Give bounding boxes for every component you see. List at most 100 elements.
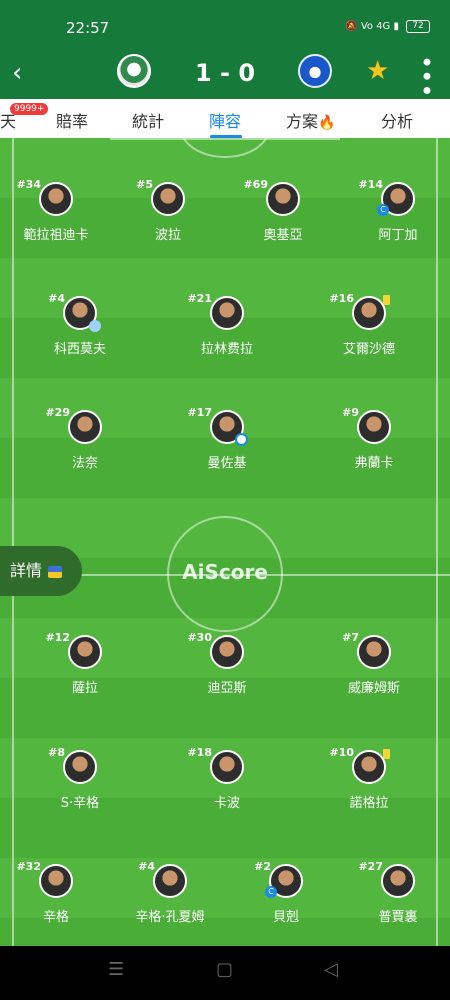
player-number: #8 (48, 746, 65, 759)
player-card[interactable]: #4 科西莫夫 (30, 292, 130, 357)
player-card[interactable]: #17 曼佐基 (177, 406, 277, 471)
player-card[interactable]: #14 C 阿丁加 (348, 178, 448, 243)
player-avatar: #10 (329, 746, 390, 784)
touchline-left (12, 138, 14, 946)
tab-lineup[interactable]: 陣容 (209, 108, 241, 132)
player-number: #2 (254, 860, 271, 873)
player-card[interactable]: #4 辛格·孔夏姆 (120, 860, 220, 925)
player-avatar: #14 C (358, 178, 415, 216)
player-name: 辛格 (42, 910, 69, 925)
touchline-right (436, 138, 438, 946)
status-bar: 22:57 🔕 Vo 4G ▮ 72 (0, 0, 450, 50)
back-icon[interactable]: ‹ (12, 58, 36, 88)
favorite-star-icon[interactable]: ★ (366, 56, 389, 86)
player-number: #18 (187, 746, 212, 759)
flame-icon: 🔥 (318, 115, 336, 131)
player-name: 威廉姆斯 (347, 681, 400, 696)
player-card[interactable]: #18 卡波 (177, 746, 277, 811)
player-card[interactable]: #32 辛格 (6, 860, 106, 925)
notification-badge: 9999+ (10, 103, 49, 115)
player-avatar: #27 (358, 860, 415, 898)
details-label: 詳情 (10, 561, 43, 580)
player-avatar: #4 (48, 292, 101, 332)
player-avatar: #29 (45, 406, 102, 444)
home-team-logo[interactable] (117, 54, 151, 88)
player-avatar: #2 C (254, 860, 303, 898)
player-card[interactable]: #10 諾格拉 (319, 746, 419, 811)
player-card[interactable]: #69 奧基亞 (233, 178, 333, 243)
player-name: 貝剋 (272, 910, 299, 925)
player-number: #21 (187, 292, 212, 305)
player-card[interactable]: #34 範拉祖迪卡 (6, 178, 106, 243)
ukraine-flag-icon (48, 565, 63, 578)
player-card[interactable]: #9 弗蘭卡 (324, 406, 424, 471)
aiscore-watermark: AiScore (182, 560, 268, 584)
tab-odds[interactable]: 賠率 (56, 108, 88, 132)
match-score: 1 - 0 (194, 59, 256, 87)
player-number: #27 (358, 860, 383, 873)
tab-analysis[interactable]: 分析 (381, 108, 413, 132)
player-name: 範拉祖迪卡 (23, 228, 89, 243)
player-name: 普賈裏 (378, 910, 418, 925)
player-number: #9 (342, 406, 359, 419)
lineup-pitch: AiScore #34 範拉祖迪卡 #5 波拉 #69 奧基亞 #14 C 阿丁加… (0, 138, 450, 946)
player-name: 艾爾沙德 (342, 342, 395, 357)
player-avatar: #32 (16, 860, 73, 898)
player-avatar: #5 (136, 178, 185, 216)
player-avatar: #16 (329, 292, 390, 330)
player-number: #29 (45, 406, 70, 419)
player-card[interactable]: #5 波拉 (118, 178, 218, 243)
player-number: #14 (358, 178, 383, 191)
player-name: 波拉 (154, 228, 181, 243)
player-card[interactable]: #21 拉林费拉 (177, 292, 277, 357)
home-icon[interactable]: ▢ (216, 959, 233, 980)
player-number: #30 (187, 631, 212, 644)
player-name: 諾格拉 (349, 796, 389, 811)
player-name: S·辛格 (60, 796, 100, 811)
player-number: #34 (16, 178, 41, 191)
more-options-icon[interactable]: ••• (412, 55, 440, 97)
player-card[interactable]: #29 法奈 (35, 406, 135, 471)
yellow-card-icon (383, 295, 390, 305)
player-number: #12 (45, 631, 70, 644)
player-name: 辛格·孔夏姆 (135, 910, 205, 925)
player-card[interactable]: #30 迪亞斯 (177, 631, 277, 696)
player-avatar: #17 (187, 406, 248, 446)
player-card[interactable]: #12 薩拉 (35, 631, 135, 696)
player-number: #32 (16, 860, 41, 873)
player-number: #17 (187, 406, 212, 419)
player-name: 阿丁加 (378, 228, 418, 243)
tab-plan[interactable]: 方案🔥 (286, 108, 335, 132)
goal-ball-icon (235, 433, 248, 446)
substitution-icon (89, 320, 101, 332)
battery-icon: 72 (406, 20, 430, 33)
clock: 22:57 (66, 19, 110, 37)
status-icons: 🔕 Vo 4G ▮ 72 (345, 20, 430, 33)
player-name: 奧基亞 (263, 228, 303, 243)
player-card[interactable]: #8 S·辛格 (30, 746, 130, 811)
player-number: #69 (243, 178, 268, 191)
player-card[interactable]: #7 威廉姆斯 (324, 631, 424, 696)
player-avatar: #7 (342, 631, 391, 669)
player-card[interactable]: #16 艾爾沙德 (319, 292, 419, 357)
recent-apps-icon[interactable]: ☰ (108, 959, 124, 980)
yellow-card-icon (383, 749, 390, 759)
player-avatar: #34 (16, 178, 73, 216)
player-number: #16 (329, 292, 354, 305)
player-avatar: #8 (48, 746, 97, 784)
player-number: #5 (136, 178, 153, 191)
player-card[interactable]: #27 普賈裏 (348, 860, 448, 925)
player-number: #10 (329, 746, 354, 759)
player-number: #4 (138, 860, 155, 873)
player-avatar: #18 (187, 746, 244, 784)
player-name: 弗蘭卡 (354, 456, 394, 471)
details-button[interactable]: 詳情 (0, 546, 82, 596)
tab-stats[interactable]: 統計 (132, 108, 164, 132)
player-avatar: #30 (187, 631, 244, 669)
away-team-logo[interactable] (298, 54, 332, 88)
back-nav-icon[interactable]: ◁ (324, 959, 338, 980)
captain-badge: C (265, 886, 277, 898)
tab-bar: 天 賠率 統計 陣容 方案🔥 分析 (0, 99, 450, 138)
player-card[interactable]: #2 C 貝剋 (236, 860, 336, 925)
top-bar: 22:57 🔕 Vo 4G ▮ 72 ‹ 1 - 0 ★ ••• (0, 0, 450, 99)
